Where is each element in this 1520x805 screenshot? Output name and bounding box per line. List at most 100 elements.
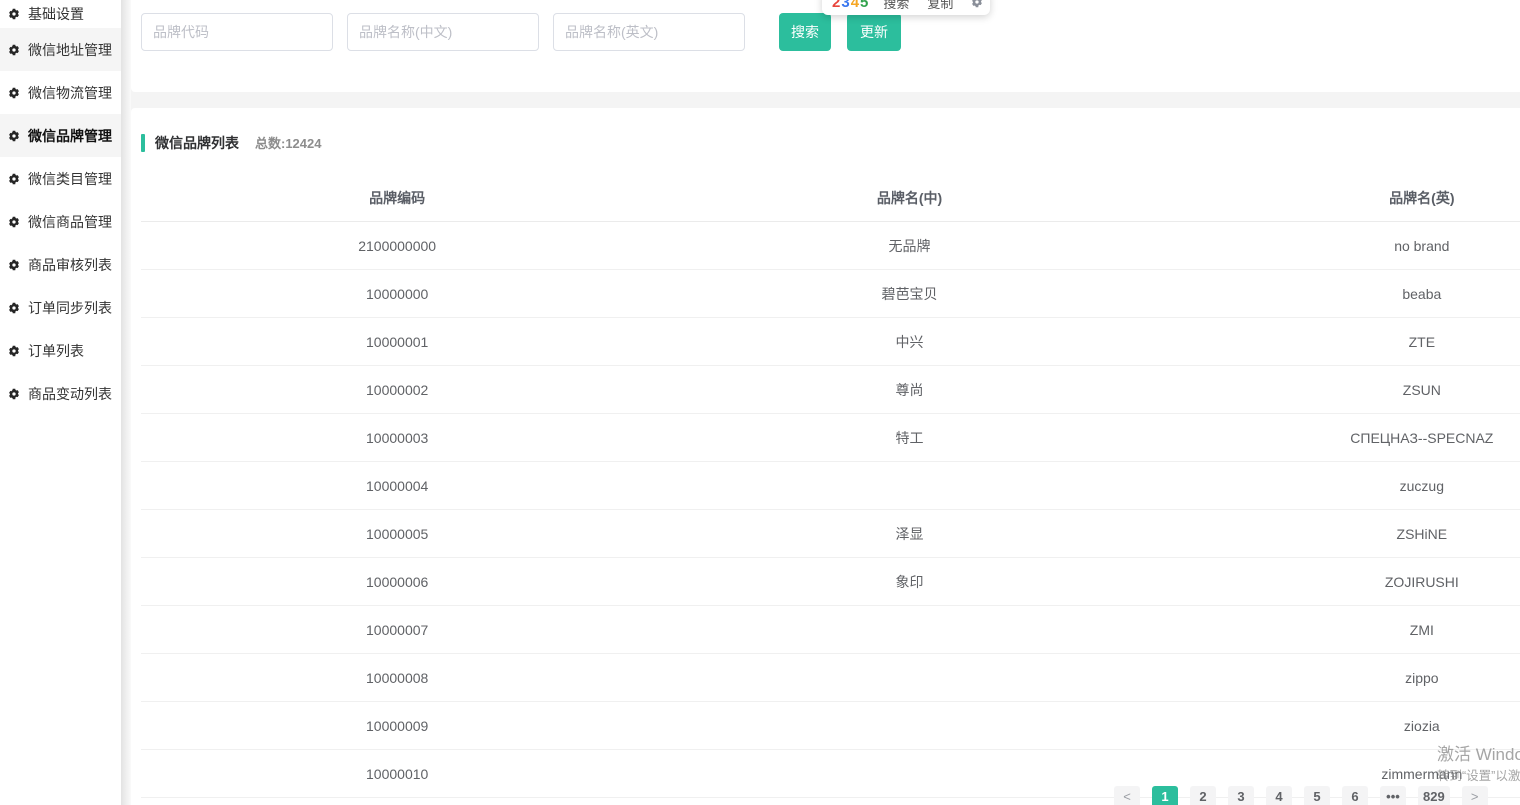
gear-icon	[9, 302, 19, 313]
brand-name-cn-input[interactable]	[347, 13, 539, 51]
table-row: 2100000000 无品牌 no brand	[141, 221, 1520, 270]
pagination-page-button[interactable]: 6	[1342, 786, 1368, 805]
sidebar: 基础设置微信地址管理微信物流管理微信品牌管理微信类目管理微信商品管理 商品审核列表…	[0, 0, 121, 805]
browser-extension-popup: 2345 搜索 复制	[822, 0, 990, 15]
sidebar-item-label: 微信地址管理	[28, 41, 112, 58]
pagination-page-button[interactable]: 829	[1418, 786, 1450, 805]
pager: <1 2 3 4 5 6 ••• 829 >	[1108, 786, 1494, 805]
table-row: 10000009 ziozia	[141, 701, 1520, 750]
table-cell	[653, 749, 1166, 798]
table-header-cell: 品牌名(英)	[1165, 175, 1520, 222]
sidebar-item[interactable]: 微信类目管理	[0, 157, 121, 200]
pagination-page-button[interactable]: 3	[1228, 786, 1254, 805]
table-cell: 10000004	[141, 461, 654, 510]
table-cell: ZSUN	[1165, 365, 1520, 414]
table-row: 10000008 zippo	[141, 653, 1520, 702]
table-cell: 中兴	[653, 317, 1166, 366]
pagination-ellipsis[interactable]: •••	[1380, 786, 1406, 805]
brand-name-en-input[interactable]	[553, 13, 745, 51]
table-cell: 10000010	[141, 749, 654, 798]
sidebar-item[interactable]: 商品审核列表	[0, 243, 121, 286]
search-form: 搜索 更新	[141, 13, 901, 51]
table-row: 10000003 特工 СПЕЦНАЗ--SPECNAZ	[141, 413, 1520, 462]
sidebar-item[interactable]: 微信地址管理	[0, 28, 121, 71]
sidebar-item-label: 订单列表	[28, 342, 84, 359]
popup-copy-button[interactable]: 复制	[927, 0, 953, 12]
table-cell: beaba	[1165, 269, 1520, 318]
table-row: 10000002 尊尚 ZSUN	[141, 365, 1520, 414]
logo-char: 4	[850, 0, 861, 11]
table-row: 10000001 中兴 ZTE	[141, 317, 1520, 366]
sidebar-item[interactable]: 订单列表	[0, 329, 121, 372]
table-cell	[653, 653, 1166, 702]
pagination-next-button[interactable]: >	[1461, 786, 1488, 805]
table-cell	[653, 605, 1166, 654]
pagination-page-button[interactable]: 1	[1152, 786, 1178, 805]
gear-icon	[972, 0, 983, 8]
table-cell: 10000007	[141, 605, 654, 654]
search-button[interactable]: 搜索	[779, 13, 831, 51]
sidebar-item-label: 商品变动列表	[28, 385, 112, 402]
table-cell: 碧芭宝贝	[653, 269, 1166, 318]
sidebar-item[interactable]: 商品变动列表	[0, 372, 121, 415]
table-cell: no brand	[1165, 221, 1520, 270]
logo-char: 3	[841, 0, 851, 11]
table-cell	[653, 701, 1166, 750]
windows-activation-watermark-line1: 激活 Windows	[1437, 745, 1520, 764]
sidebar-item[interactable]: 基础设置	[0, 0, 121, 28]
brand-table: 品牌编码 品牌名(中) 品牌名(英) 2100000000 无品牌 no brand 10…	[141, 175, 1520, 798]
title-accent-bar	[141, 133, 145, 152]
table-cell: zuczug	[1165, 461, 1520, 510]
table-cell: 无品牌	[653, 221, 1166, 270]
sidebar-item-label: 微信商品管理	[28, 213, 112, 230]
table-panel: 微信品牌列表 总数:12424 品牌编码 品牌名(中) 品牌名(英) 2100000…	[131, 108, 1520, 805]
table-cell: zippo	[1165, 653, 1520, 702]
panel-title-row: 微信品牌列表 总数:12424	[141, 133, 1520, 152]
table-header-cell: 品牌编码	[141, 175, 654, 222]
table-header-cell: 品牌名(中)	[653, 175, 1166, 222]
sidebar-item[interactable]: 订单同步列表	[0, 286, 121, 329]
popup-settings-gear-icon[interactable]	[971, 0, 983, 8]
gear-icon	[9, 259, 19, 270]
sidebar-item[interactable]: 微信物流管理	[0, 71, 121, 114]
page: 基础设置微信地址管理微信物流管理微信品牌管理微信类目管理微信商品管理 商品审核列表…	[0, 0, 1520, 805]
sidebar-item-label: 商品审核列表	[28, 256, 112, 273]
pagination-page-button[interactable]: 2	[1190, 786, 1216, 805]
table-cell: 泽显	[653, 509, 1166, 558]
sidebar-item-label: 基础设置	[28, 6, 84, 22]
table-cell: ZOJIRUSHI	[1165, 557, 1520, 606]
gear-icon	[9, 388, 19, 399]
2345-logo: 2345	[832, 0, 869, 11]
logo-char: 2	[832, 0, 842, 11]
gear-icon	[9, 173, 19, 184]
pagination: <123456•••829> 前往	[1108, 786, 1520, 805]
table-cell: 特工	[653, 413, 1166, 462]
popup-search-button[interactable]: 搜索	[883, 0, 909, 12]
pagination-prev-button[interactable]: <	[1114, 786, 1140, 805]
pagination-page-button[interactable]: 5	[1304, 786, 1330, 805]
total-count: 总数:12424	[255, 136, 322, 151]
table-cell: 2100000000	[141, 221, 654, 270]
table-cell: 尊尚	[653, 365, 1166, 414]
windows-activation-watermark-line2: 转到“设置”以激活 Windows。	[1437, 769, 1520, 783]
table-header-row: 品牌编码 品牌名(中) 品牌名(英)	[141, 175, 1520, 222]
brand-code-input[interactable]	[141, 13, 333, 51]
table-row: 10000007 ZMI	[141, 605, 1520, 654]
gear-icon	[9, 345, 19, 356]
table-cell: ZSHiNE	[1165, 509, 1520, 558]
table-body: 2100000000 无品牌 no brand 10000000 碧芭宝贝 beaba 10…	[141, 221, 1520, 798]
table-cell: 10000009	[141, 701, 654, 750]
logo-char: 5	[860, 0, 870, 11]
table-row: 10000000 碧芭宝贝 beaba	[141, 269, 1520, 318]
sidebar-item-label: 订单同步列表	[28, 299, 112, 316]
panel-title: 微信品牌列表	[155, 134, 239, 151]
gear-icon	[9, 44, 19, 55]
gear-icon	[9, 8, 19, 20]
table-cell: 10000006	[141, 557, 654, 606]
sidebar-item[interactable]: 微信品牌管理	[0, 114, 121, 157]
sidebar-item-label: 微信品牌管理	[28, 127, 112, 144]
table-row: 10000006 象印 ZOJIRUSHI	[141, 557, 1520, 606]
pagination-page-button[interactable]: 4	[1266, 786, 1292, 805]
sidebar-item[interactable]: 微信商品管理	[0, 200, 121, 243]
update-button[interactable]: 更新	[847, 13, 901, 51]
